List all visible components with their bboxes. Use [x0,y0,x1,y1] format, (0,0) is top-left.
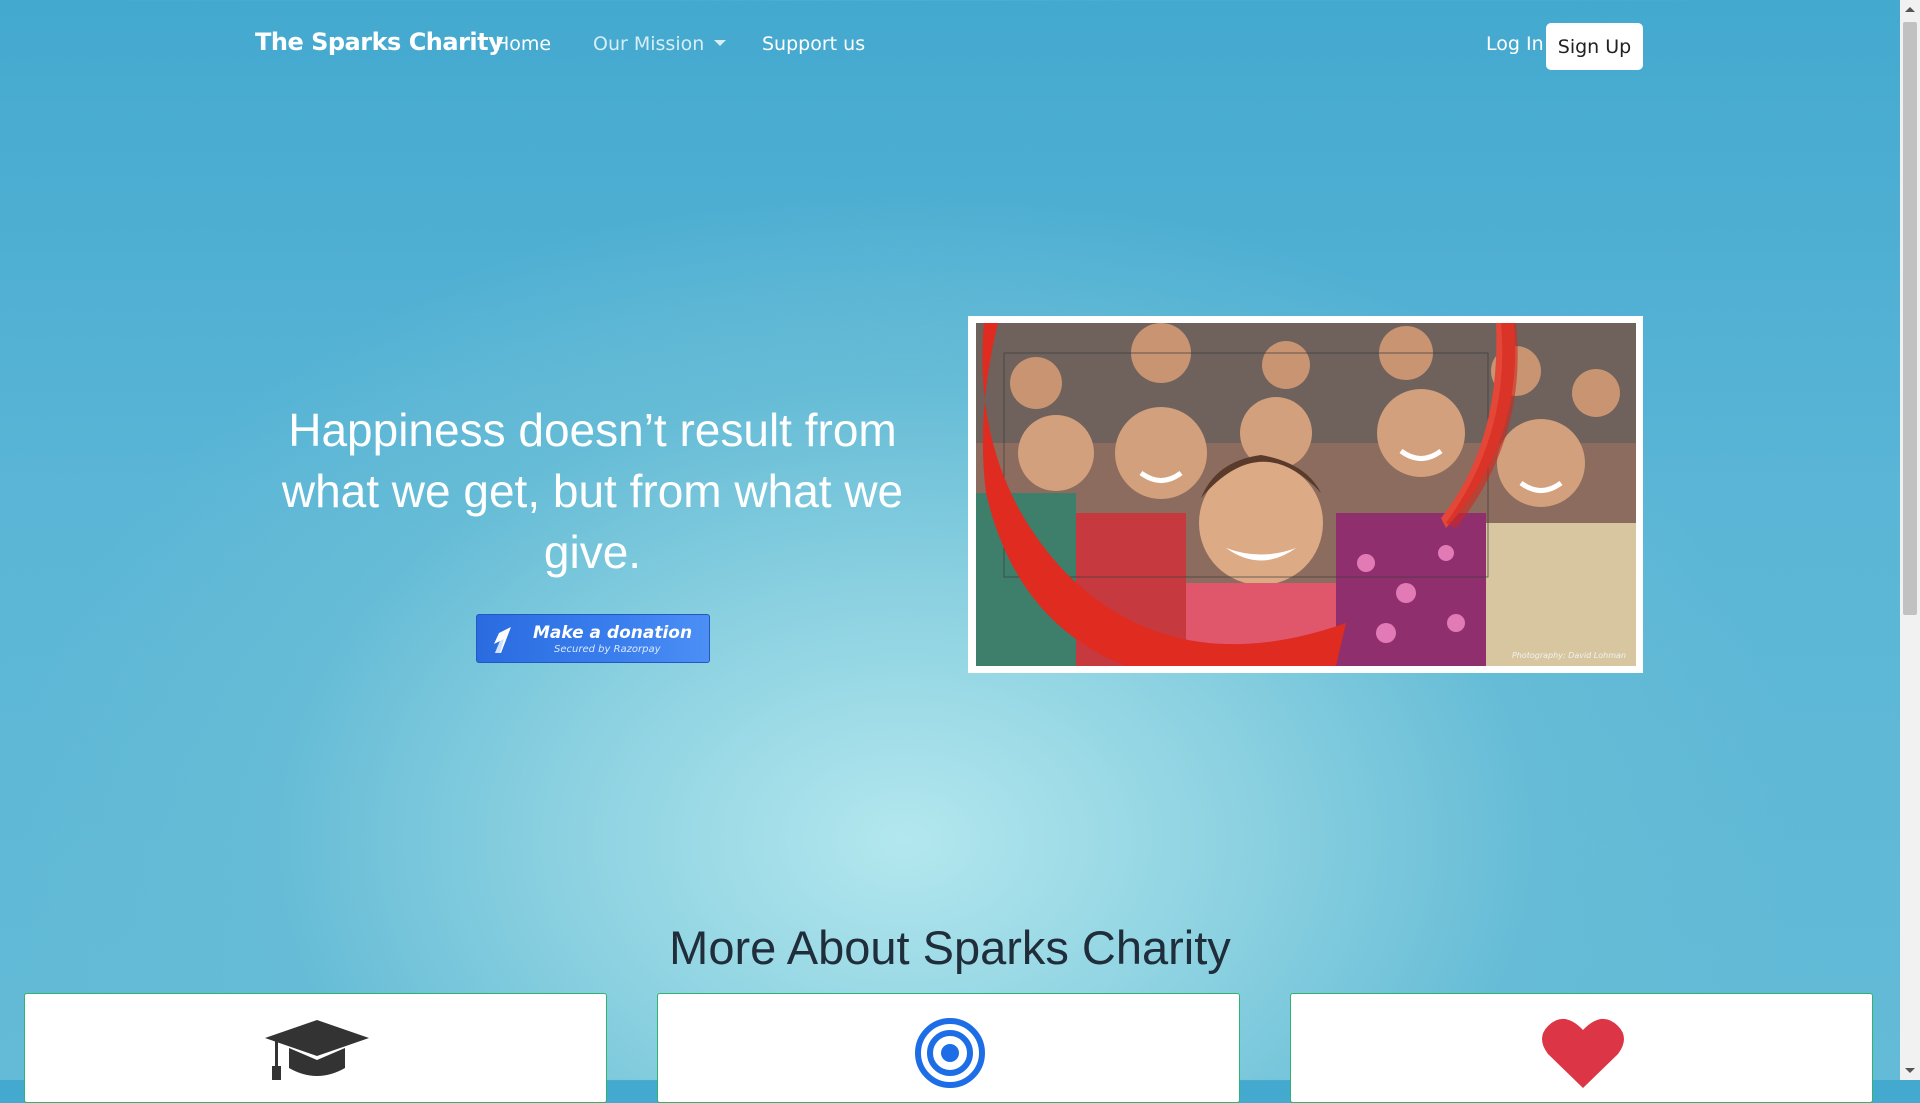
photo-credit: Photography: David Lohman [1511,651,1626,660]
navbar: The Sparks Charity Home Our Mission Supp… [0,0,1900,92]
login-link[interactable]: Log In [1486,33,1544,55]
nav-dropdown-our-mission[interactable]: Our Mission [593,33,727,55]
scroll-down-arrow-icon[interactable] [1905,1068,1915,1073]
make-donation-button[interactable]: Make a donation Secured by Razorpay [476,614,710,663]
donate-subtitle: Secured by Razorpay [554,644,661,655]
donate-title: Make a donation [533,623,693,643]
target-icon [915,1018,985,1088]
photo-illustration [976,323,1636,666]
card-education [24,993,607,1103]
card-mission [657,993,1240,1103]
signup-button[interactable]: Sign Up [1546,23,1643,70]
hero-image-frame: Photography: David Lohman [968,316,1643,673]
scrollbar-thumb[interactable] [1903,22,1917,615]
brand-logo-text[interactable]: The Sparks Charity [255,28,504,56]
razorpay-logo-icon [494,627,511,653]
hero-quote: Happiness doesn’t result from what we ge… [281,404,904,578]
graduation-cap-icon [265,1020,369,1080]
page-scrollbar[interactable] [1900,0,1920,1080]
scroll-up-arrow-icon[interactable] [1905,7,1915,12]
section-title: More About Sparks Charity [669,921,1231,974]
nav-link-support-us[interactable]: Support us [762,33,865,55]
card-values [1290,993,1873,1103]
heart-icon [1542,1018,1624,1088]
children-photo: Photography: David Lohman [976,323,1636,666]
caret-down-icon [714,40,727,46]
nav-dropdown-label: Our Mission [593,33,705,55]
nav-link-home[interactable]: Home [495,33,551,55]
